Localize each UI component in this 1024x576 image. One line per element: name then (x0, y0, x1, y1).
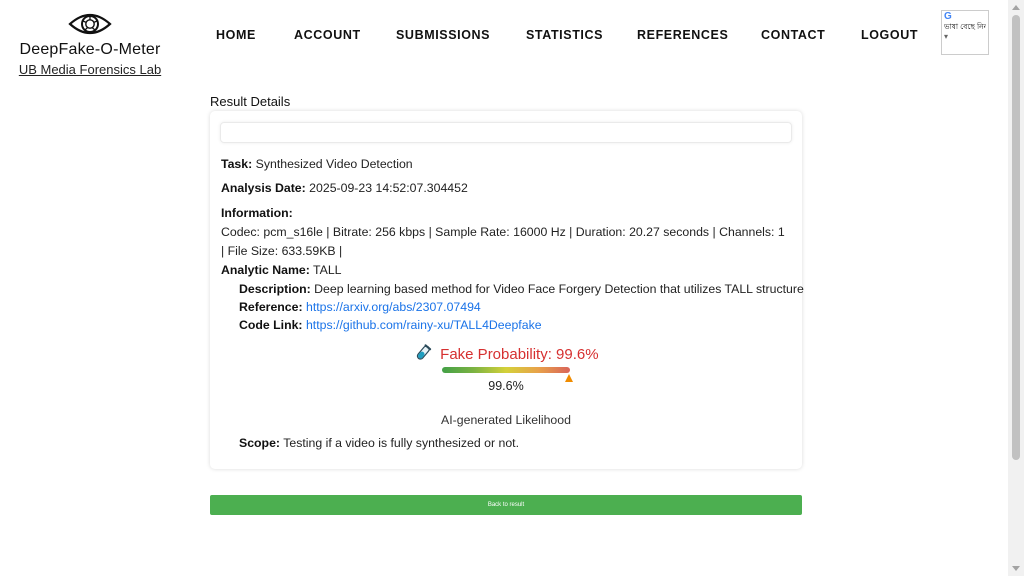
task-row: Task: Synthesized Video Detection (221, 157, 413, 171)
media-preview-box (220, 122, 792, 143)
nav-account[interactable]: ACCOUNT (294, 28, 361, 42)
site-title: DeepFake-O-Meter (19, 41, 161, 58)
information-label-row: Information: (221, 206, 293, 220)
language-select-label: ভাষা বেছে নিন (944, 22, 986, 31)
scope-label: Scope: (239, 436, 280, 450)
information-line-1: Codec: pcm_s16le | Bitrate: 256 kbps | S… (221, 225, 785, 239)
chevron-down-icon: ▾ (944, 32, 949, 41)
task-value: Synthesized Video Detection (255, 157, 413, 171)
scroll-down-arrow-icon[interactable] (1012, 566, 1020, 571)
language-select[interactable]: G ভাষা বেছে নিন ▾ (941, 10, 989, 55)
likelihood-gauge (442, 367, 570, 373)
reference-row: Reference: https://arxiv.org/abs/2307.07… (239, 300, 481, 314)
description-value: Deep learning based method for Video Fac… (314, 282, 804, 296)
page-scrollbar[interactable] (1008, 0, 1024, 576)
analytic-name-value: TALL (313, 263, 342, 277)
analysis-date-label: Analysis Date: (221, 181, 306, 195)
fake-probability-text: Fake Probability: 99.6% (440, 346, 599, 363)
information-line-2: | File Size: 633.59KB | (221, 244, 343, 258)
information-label: Information: (221, 206, 293, 220)
analytic-name-label: Analytic Name: (221, 263, 310, 277)
code-link[interactable]: https://github.com/rainy-xu/TALL4Deepfak… (306, 318, 542, 332)
result-details-heading: Result Details (210, 94, 291, 109)
analysis-date-value: 2025-09-23 14:52:07.304452 (309, 181, 468, 195)
description-row: Description: Deep learning based method … (239, 282, 804, 296)
likelihood-percent: 99.6% (488, 379, 524, 393)
description-label: Description: (239, 282, 311, 296)
nav-references[interactable]: REFERENCES (637, 28, 728, 42)
scroll-up-arrow-icon[interactable] (1012, 5, 1020, 10)
nav-home[interactable]: HOME (216, 28, 256, 42)
fake-probability: Fake Probability: 99.6% (414, 344, 599, 363)
reference-label: Reference: (239, 300, 303, 314)
scope-value: Testing if a video is fully synthesized … (283, 436, 520, 450)
scrollbar-thumb[interactable] (1012, 15, 1020, 460)
likelihood-caption: AI-generated Likelihood (441, 413, 571, 427)
eye-aperture-icon (68, 13, 112, 35)
analysis-date-row: Analysis Date: 2025-09-23 14:52:07.30445… (221, 181, 468, 195)
nav-logout[interactable]: LOGOUT (861, 28, 918, 42)
google-logo-icon: G (944, 11, 952, 22)
nav-statistics[interactable]: STATISTICS (526, 28, 603, 42)
nav-submissions[interactable]: SUBMISSIONS (396, 28, 490, 42)
back-to-result-button[interactable]: Back to result (210, 495, 802, 515)
analytic-name-row: Analytic Name: TALL (221, 263, 342, 277)
lab-link[interactable]: UB Media Forensics Lab (19, 62, 161, 77)
brand: DeepFake-O-Meter UB Media Forensics Lab (18, 10, 162, 79)
task-label: Task: (221, 157, 253, 171)
scope-row: Scope: Testing if a video is fully synth… (239, 436, 519, 450)
result-card: Task: Synthesized Video Detection Analys… (210, 111, 804, 469)
code-link-label: Code Link: (239, 318, 303, 332)
test-tube-icon (416, 344, 432, 360)
reference-link[interactable]: https://arxiv.org/abs/2307.07494 (306, 300, 481, 314)
code-link-row: Code Link: https://github.com/rainy-xu/T… (239, 318, 542, 332)
nav-contact[interactable]: CONTACT (761, 28, 825, 42)
